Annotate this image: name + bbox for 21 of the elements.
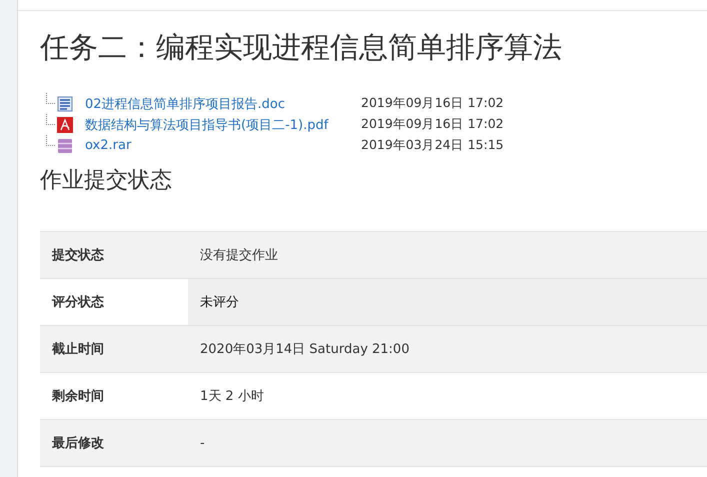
status-label: 评分状态 — [50, 294, 105, 312]
status-value: - — [199, 434, 206, 452]
status-value: 2020年03月14日 Saturday 21:00 — [199, 341, 410, 359]
file-link[interactable]: ox2.rar — [85, 138, 361, 153]
status-label: 最后修改 — [51, 434, 105, 453]
status-label: 剩余时间 — [50, 388, 105, 406]
status-value: 没有提交作业 — [199, 247, 279, 265]
page-title: 任务二：编程实现进程信息简单排序算法 — [40, 29, 563, 66]
word-document-icon — [57, 96, 73, 112]
file-date: 2019年09月16日 17:02 — [361, 95, 504, 112]
file-link[interactable]: 数据结构与算法项目指导书(项目二-1).pdf — [85, 116, 361, 134]
pdf-icon — [57, 116, 73, 132]
status-value: 1天 2 小时 — [199, 388, 265, 406]
status-value: 未评分 — [188, 279, 707, 325]
file-date: 2019年03月24日 15:15 — [361, 137, 504, 154]
status-label: 提交状态 — [50, 246, 105, 265]
file-link[interactable]: 02进程信息简单排序项目报告.doc — [85, 94, 361, 112]
file-date: 2019年09月16日 17:02 — [361, 116, 504, 133]
section-heading: 作业提交状态 — [40, 167, 173, 195]
status-label: 截止时间 — [51, 341, 105, 359]
archive-icon — [57, 138, 73, 154]
